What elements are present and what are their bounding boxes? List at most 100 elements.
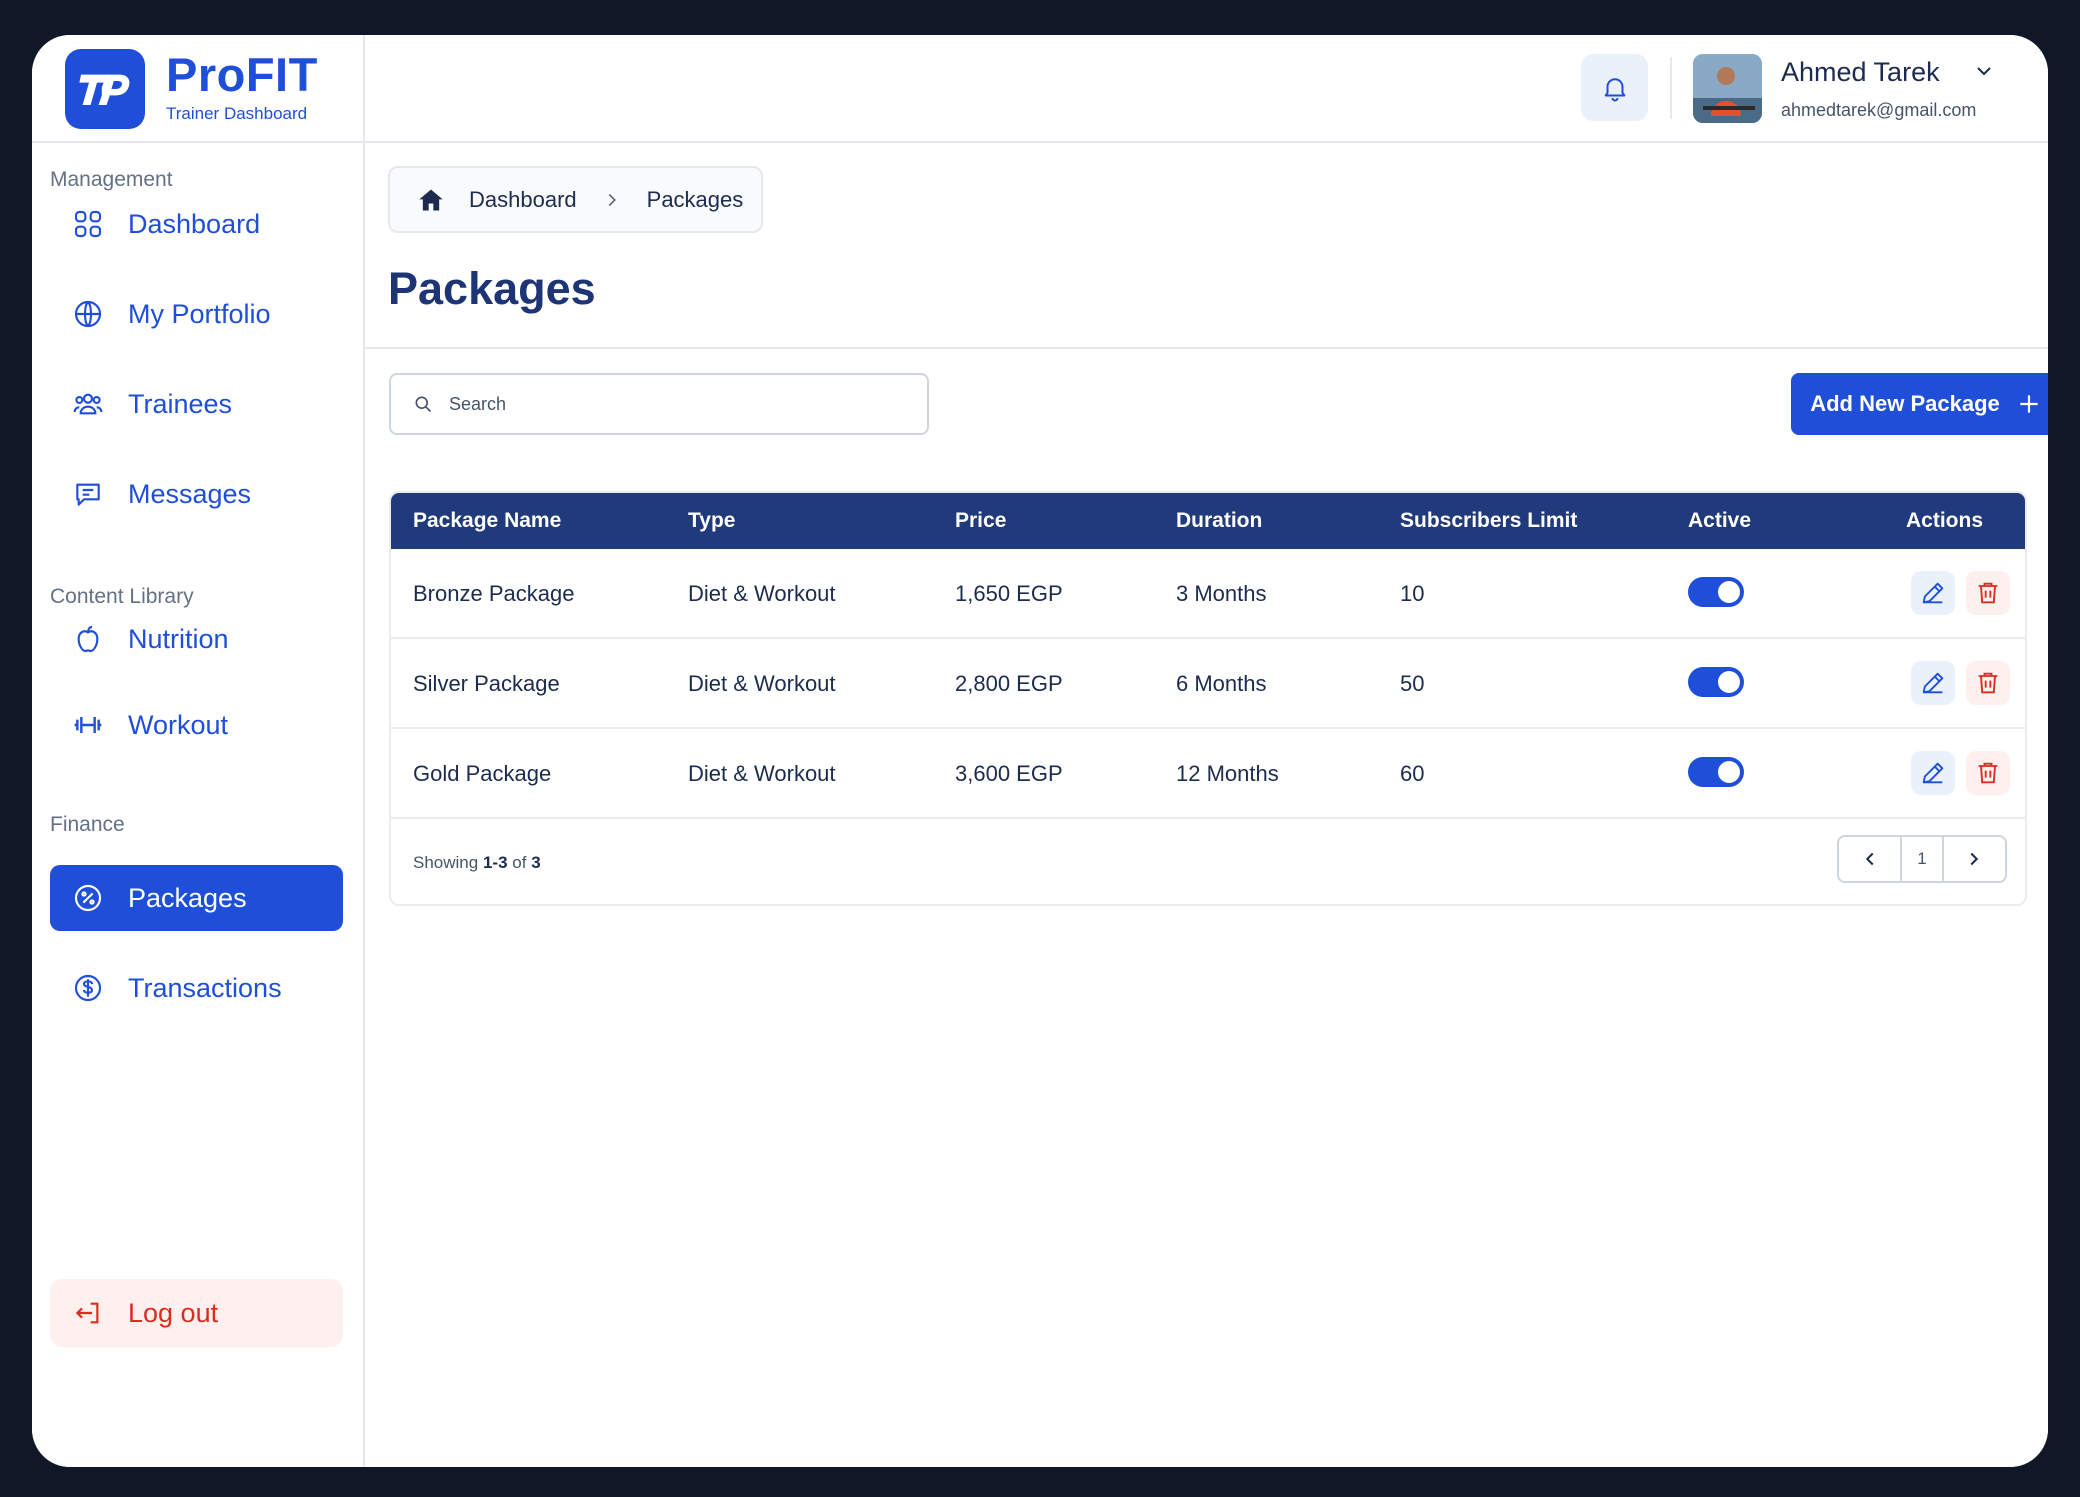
chat-icon (76, 483, 100, 506)
main-content: Dashboard Packages Packages Add New Pack… (365, 143, 2048, 1467)
table-row: Gold Package Diet & Workout 3,600 EGP 12… (391, 729, 2025, 819)
cell-subscribers-limit: 50 (1400, 671, 1425, 696)
active-toggle[interactable] (1688, 577, 1744, 607)
chevron-down-icon[interactable] (1972, 59, 1996, 83)
showing-total: 3 (531, 853, 541, 872)
section-label-management: Management (50, 168, 173, 191)
percent-badge-icon (74, 884, 102, 912)
section-label-finance: Finance (50, 813, 125, 836)
trash-icon (1978, 762, 1998, 784)
column-header-subscribers-limit[interactable]: Subscribers Limit (1400, 509, 1577, 533)
pencil-icon (1922, 762, 1944, 784)
sidebar-item-workout[interactable]: Workout (50, 692, 343, 758)
previous-page-button[interactable] (1839, 837, 1900, 881)
sidebar-item-packages[interactable]: Packages (50, 865, 343, 931)
column-header-type[interactable]: Type (688, 509, 735, 533)
logout-label: Log out (128, 1297, 219, 1328)
chevron-right-icon (608, 193, 616, 206)
sidebar-item-my-portfolio[interactable]: My Portfolio (50, 281, 343, 347)
table-row: Bronze Package Diet & Workout 1,650 EGP … (391, 549, 2025, 639)
add-new-package-button[interactable]: Add New Package (1791, 373, 2048, 435)
table-header: Package Name Type Price Duration Subscri… (391, 493, 2025, 549)
showing-range: 1-3 (482, 853, 508, 872)
dollar-circle-icon (74, 974, 102, 1002)
search-icon (415, 396, 432, 413)
sidebar-item-label: My Portfolio (128, 298, 271, 329)
sidebar-item-nutrition[interactable]: Nutrition (50, 606, 343, 672)
sidebar-item-label: Transactions (128, 972, 282, 1003)
cell-package-name: Silver Package (413, 671, 560, 696)
pagination: 1 (1837, 835, 2007, 883)
cell-duration: 6 Months (1176, 671, 1267, 696)
divider (1670, 57, 1672, 119)
page-number[interactable]: 1 (1900, 837, 1944, 881)
brand-subtitle: Trainer Dashboard (166, 104, 308, 123)
cell-duration: 12 Months (1176, 761, 1279, 786)
column-header-active[interactable]: Active (1688, 509, 1751, 533)
cell-package-name: Bronze Package (413, 581, 575, 606)
chevron-right-icon (1970, 852, 1979, 866)
device-frame: ProFIT Trainer Dashboard Management Dash… (0, 0, 2080, 1497)
packages-table: Package Name Type Price Duration Subscri… (389, 491, 2027, 906)
brand-name: ProFIT (166, 48, 318, 101)
sidebar-item-label: Dashboard (128, 208, 261, 239)
active-toggle[interactable] (1688, 757, 1744, 787)
bell-icon (1604, 77, 1625, 101)
logout-button[interactable]: Log out (50, 1279, 343, 1347)
trash-icon (1978, 672, 1998, 694)
cell-package-name: Gold Package (413, 761, 552, 786)
column-header-actions: Actions (1906, 509, 1984, 532)
cell-price: 2,800 EGP (955, 671, 1063, 696)
sidebar-item-label: Workout (128, 709, 229, 740)
cell-subscribers-limit: 10 (1400, 581, 1425, 606)
trash-icon (1978, 582, 1998, 604)
page-title: Packages (388, 263, 596, 314)
column-header-package-name[interactable]: Package Name (413, 509, 561, 533)
pencil-icon (1922, 582, 1944, 604)
search-box (389, 373, 929, 435)
breadcrumb-dashboard[interactable]: Dashboard (469, 187, 577, 213)
next-page-button[interactable] (1944, 837, 2005, 881)
cell-subscribers-limit: 60 (1400, 761, 1425, 786)
cell-type: Diet & Workout (688, 671, 836, 696)
user-email: ahmedtarek@gmail.com (1781, 100, 1977, 120)
divider (365, 347, 2048, 349)
sidebar-item-messages[interactable]: Messages (50, 461, 343, 527)
apple-icon (77, 625, 99, 653)
notifications-button[interactable] (1581, 54, 1648, 121)
edit-button[interactable] (1911, 751, 1955, 795)
sidebar-item-label: Packages (128, 882, 247, 913)
sidebar-item-label: Messages (128, 478, 252, 509)
user-name: Ahmed Tarek (1781, 57, 1940, 87)
cell-price: 1,650 EGP (955, 581, 1063, 606)
delete-button[interactable] (1966, 661, 2010, 705)
showing-prefix: Showing (413, 853, 479, 872)
logout-icon (75, 1302, 99, 1324)
brand-logo-icon (65, 49, 145, 129)
avatar[interactable] (1693, 54, 1762, 123)
search-input[interactable] (449, 393, 889, 415)
top-bar: Ahmed Tarek ahmedtarek@gmail.com (365, 35, 2048, 143)
sidebar-item-dashboard[interactable]: Dashboard (50, 191, 343, 257)
plus-icon (2020, 395, 2038, 413)
sidebar-item-label: Nutrition (128, 623, 229, 654)
app-screen: ProFIT Trainer Dashboard Management Dash… (32, 35, 2048, 1467)
add-new-package-label: Add New Package (1810, 391, 2000, 416)
chevron-left-icon (1865, 852, 1874, 866)
cell-duration: 3 Months (1176, 581, 1267, 606)
active-toggle[interactable] (1688, 667, 1744, 697)
column-header-duration[interactable]: Duration (1176, 509, 1262, 533)
edit-button[interactable] (1911, 571, 1955, 615)
brand-header: ProFIT Trainer Dashboard (32, 35, 365, 143)
sidebar-item-trainees[interactable]: Trainees (50, 371, 343, 437)
delete-button[interactable] (1966, 751, 2010, 795)
sidebar-item-transactions[interactable]: Transactions (50, 955, 343, 1021)
grid-icon (74, 210, 102, 238)
cell-type: Diet & Workout (688, 761, 836, 786)
delete-button[interactable] (1966, 571, 2010, 615)
cell-price: 3,600 EGP (955, 761, 1063, 786)
breadcrumb: Dashboard Packages (388, 166, 763, 233)
column-header-price[interactable]: Price (955, 509, 1006, 533)
home-icon[interactable] (417, 186, 445, 214)
edit-button[interactable] (1911, 661, 1955, 705)
